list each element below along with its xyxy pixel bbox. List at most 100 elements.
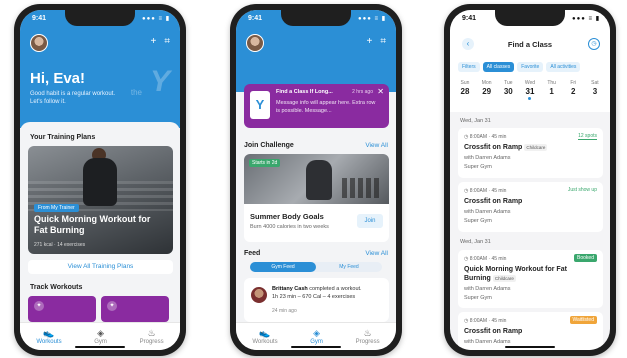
all-activities-chip[interactable]: All activities <box>546 62 581 72</box>
day-name: Sun <box>460 80 470 86</box>
childcare-tag: Childcare <box>524 144 548 151</box>
track-workouts-title: Track Workouts <box>30 284 83 291</box>
spots-badge: 12 spots <box>578 133 597 140</box>
feed-text: Brittany Cash completed a workout. 1h 23… <box>272 285 382 301</box>
plus-icon[interactable]: + <box>367 36 373 47</box>
challenge-start-badge: Starts in 2d <box>249 159 281 167</box>
home-screen: 9:41 ●●● ≡ ▮ + ⌗ Y the Hi, Eva! Good hab… <box>20 10 180 350</box>
class-time: ◷ 8:00AM · 45 min <box>464 188 507 194</box>
tab-workouts[interactable]: 👟 Workouts <box>252 328 277 345</box>
all-classes-chip[interactable]: All classes <box>482 62 515 72</box>
challenge-title: Summer Body Goals <box>250 212 324 221</box>
join-challenge-header: Join Challenge View All <box>244 142 388 149</box>
tab-gym[interactable]: ◈ Gym <box>94 328 107 345</box>
class-time-text: 8:00AM · 45 min <box>469 188 507 194</box>
day-name: Tue <box>504 80 513 86</box>
app-showcase: 9:41 ●●● ≡ ▮ + ⌗ Y the Hi, Eva! Good hab… <box>0 0 627 358</box>
find-class-screen: 9:41 ●●● ≡ ▮ ‹ Find a Class ◷ Filters Al… <box>450 10 610 350</box>
message-card[interactable]: Y Find a Class If Long... 2 hrs ago ✕ Me… <box>244 84 389 128</box>
filter-chips: Filters All classes Favorite All activit… <box>458 62 610 72</box>
class-name: Crossfit on Ramp <box>464 198 523 205</box>
class-name: Crossfit on Ramp Childcare <box>464 143 548 152</box>
training-plans-title: Your Training Plans <box>30 134 96 141</box>
notch <box>281 10 351 26</box>
class-card[interactable]: ◷ 8:00AM · 45 min 12 spots Crossfit on R… <box>458 128 603 178</box>
phone-home: 9:41 ●●● ≡ ▮ + ⌗ Y the Hi, Eva! Good hab… <box>14 4 186 356</box>
class-card[interactable]: ◷ 8:00AM · 45 min Just show up Crossfit … <box>458 182 603 232</box>
plan-meta: 271 kcal · 14 exercises <box>34 242 86 248</box>
status-icons: ●●● ≡ ▮ <box>357 16 386 22</box>
day-fri[interactable]: Fri 2 <box>564 80 582 100</box>
brand-logo: Y <box>149 65 170 98</box>
view-all-plans-button[interactable]: View All Training Plans <box>28 260 173 274</box>
class-gym: Super Gym <box>464 295 492 301</box>
home-indicator <box>291 346 341 348</box>
childcare-tag: Childcare <box>492 275 516 282</box>
flame-icon: ♨ <box>363 328 372 338</box>
phone-find-class: 9:41 ●●● ≡ ▮ ‹ Find a Class ◷ Filters Al… <box>444 4 616 356</box>
track-tile-cycle[interactable]: ✦ <box>101 296 169 322</box>
tab-gym[interactable]: ◈ Gym <box>310 328 323 345</box>
challenge-view-all-link[interactable]: View All <box>365 142 388 149</box>
class-name-text: Crossfit on Ramp <box>464 144 523 151</box>
flame-icon: ♨ <box>147 328 156 338</box>
challenge-image: Starts in 2d <box>244 154 389 204</box>
join-button[interactable]: Join <box>357 214 383 228</box>
day-thu[interactable]: Thu 1 <box>543 80 561 100</box>
tab-progress[interactable]: ♨ Progress <box>140 328 164 345</box>
tab-label: Progress <box>139 339 164 345</box>
avatar[interactable] <box>30 34 48 52</box>
status-time: 9:41 <box>462 15 477 22</box>
avatar[interactable] <box>246 34 264 52</box>
week-day-picker: Sun 28 Mon 29 Tue 30 Wed 31 Thu 1 Fri 2 Sat 3 <box>456 80 604 100</box>
scan-icon[interactable]: ⌗ <box>164 36 170 47</box>
status-icons: ●●● ≡ ▮ <box>141 16 170 22</box>
clock-icon[interactable]: ◷ <box>588 38 600 50</box>
class-instructor: with Darren Adams <box>464 209 511 215</box>
class-time-text: 8:00AM · 45 min <box>469 318 507 324</box>
day-number: 29 <box>482 87 492 96</box>
tab-label: Gym <box>310 339 323 345</box>
day-sun[interactable]: Sun 28 <box>456 80 474 100</box>
ymca-logo: Y <box>250 91 270 119</box>
tab-progress[interactable]: ♨ Progress <box>356 328 380 345</box>
runner-icon: ✦ <box>34 301 44 311</box>
challenge-image-weights <box>342 178 382 198</box>
feed-detail: 1h 23 min – 670 Cal – 4 exercises <box>272 294 356 300</box>
close-icon[interactable]: ✕ <box>377 87 384 96</box>
day-number: 28 <box>460 87 470 96</box>
message-time: 2 hrs ago <box>352 89 373 95</box>
class-time: ◷ 8:00AM · 45 min <box>464 318 507 324</box>
tab-gym-feed[interactable]: Gym Feed <box>250 262 316 272</box>
day-sat[interactable]: Sat 3 <box>586 80 604 100</box>
day-mon[interactable]: Mon 29 <box>478 80 496 100</box>
day-name: Mon <box>481 80 492 86</box>
feed-time: 24 min ago <box>272 308 297 314</box>
day-tue[interactable]: Tue 30 <box>499 80 517 100</box>
status-time: 9:41 <box>32 15 47 22</box>
day-wed[interactable]: Wed 31 <box>521 80 539 100</box>
challenge-card[interactable]: Starts in 2d Summer Body Goals Burn 4000… <box>244 154 389 242</box>
filters-chip[interactable]: Filters <box>458 62 480 72</box>
tab-my-feed[interactable]: My Feed <box>316 262 382 272</box>
plus-icon[interactable]: + <box>151 36 157 47</box>
track-tile-run[interactable]: ✦ <box>28 296 96 322</box>
feed-view-all-link[interactable]: View All <box>365 250 388 257</box>
plan-title: Quick Morning Workout for Fat Burning <box>34 214 151 235</box>
tab-workouts[interactable]: 👟 Workouts <box>36 328 61 345</box>
challenge-subtitle: Burn 4000 calories in two weeks <box>250 224 329 230</box>
date-header: Wed, Jan 31 <box>460 239 491 245</box>
scan-icon[interactable]: ⌗ <box>380 36 386 47</box>
class-card[interactable]: ◷ 8:00AM · 45 min Booked Quick Morning W… <box>458 250 603 308</box>
class-card[interactable]: ◷ 8:00AM · 45 min Waitlisted Crossfit on… <box>458 312 603 350</box>
feed-title: Feed <box>244 250 261 257</box>
class-instructor: with Darren Adams <box>464 339 511 345</box>
feed-item[interactable]: Brittany Cash completed a workout. 1h 23… <box>244 278 389 322</box>
day-name: Sat <box>591 80 599 86</box>
training-plan-card[interactable]: From My Trainer Quick Morning Workout fo… <box>28 146 173 254</box>
favorite-chip[interactable]: Favorite <box>517 62 544 72</box>
header-actions: + ⌗ <box>367 36 386 47</box>
day-number: 30 <box>503 87 513 96</box>
class-gym: Super Gym <box>464 164 492 170</box>
gym-icon: ◈ <box>313 328 321 338</box>
